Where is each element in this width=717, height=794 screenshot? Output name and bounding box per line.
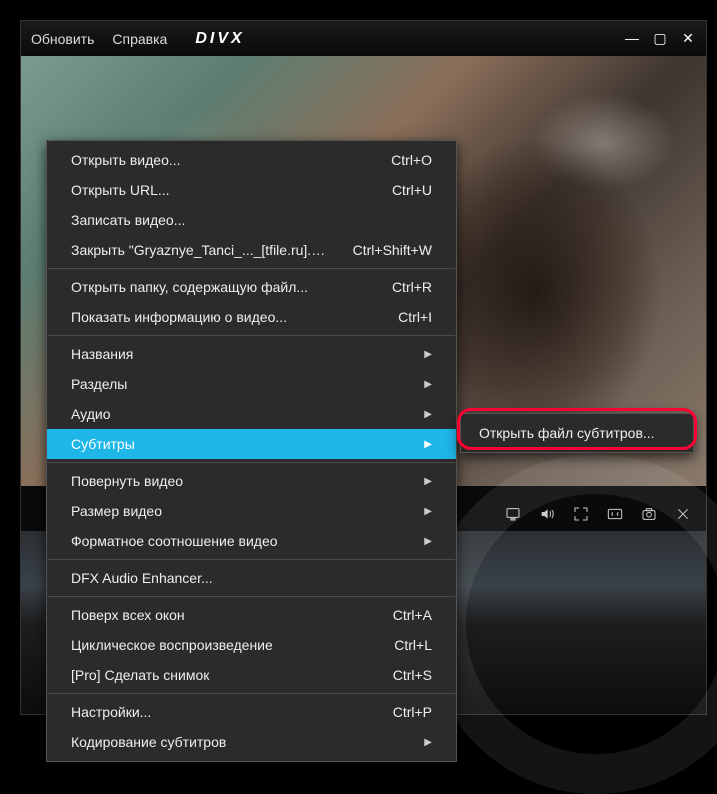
menu-item-shortcut: Ctrl+P (393, 704, 432, 720)
menu-separator (48, 693, 455, 694)
menu-item-label: Открыть папку, содержащую файл... (71, 279, 372, 295)
menu-update[interactable]: Обновить (31, 31, 94, 47)
menu-item-shortcut: Ctrl+Shift+W (353, 242, 432, 258)
menu-subtitles[interactable]: Субтитры ▶ (47, 429, 456, 459)
menu-item-label: Открыть файл субтитров... (479, 425, 675, 441)
menu-subtitle-encoding[interactable]: Кодирование субтитров ▶ (47, 727, 456, 757)
chevron-right-icon: ▶ (404, 506, 432, 517)
menu-open-folder[interactable]: Открыть папку, содержащую файл... Ctrl+R (47, 272, 456, 302)
menu-record-video[interactable]: Записать видео... (47, 205, 456, 235)
menu-item-label: Закрыть "Gryaznye_Tanci_..._[tfile.ru].a… (71, 242, 333, 258)
menu-item-shortcut: Ctrl+I (398, 309, 432, 325)
menu-separator (48, 462, 455, 463)
menu-item-label: Поверх всех окон (71, 607, 373, 623)
menu-item-label: Настройки... (71, 704, 373, 720)
menu-item-label: Записать видео... (71, 212, 432, 228)
minimize-button[interactable]: — (624, 31, 640, 47)
chevron-right-icon: ▶ (404, 737, 432, 748)
menu-separator (48, 268, 455, 269)
menu-item-label: Кодирование субтитров (71, 734, 404, 750)
menu-item-shortcut: Ctrl+S (393, 667, 432, 683)
menu-item-label: Форматное соотношение видео (71, 533, 404, 549)
chevron-right-icon: ▶ (404, 439, 432, 450)
chevron-right-icon: ▶ (404, 476, 432, 487)
menu-item-shortcut: Ctrl+L (394, 637, 432, 653)
subtitles-submenu: Открыть файл субтитров... (460, 413, 694, 453)
menu-close-file[interactable]: Закрыть "Gryaznye_Tanci_..._[tfile.ru].a… (47, 235, 456, 265)
menu-item-shortcut: Ctrl+O (391, 152, 432, 168)
chevron-right-icon: ▶ (404, 349, 432, 360)
menu-item-label: Открыть URL... (71, 182, 372, 198)
menu-item-label: Субтитры (71, 436, 404, 452)
submenu-open-subtitle-file[interactable]: Открыть файл субтитров... (461, 418, 693, 448)
menu-help[interactable]: Справка (112, 31, 167, 47)
menu-separator (48, 335, 455, 336)
menu-item-label: [Pro] Сделать снимок (71, 667, 373, 683)
menu-settings[interactable]: Настройки... Ctrl+P (47, 697, 456, 727)
menu-aspect-ratio[interactable]: Форматное соотношение видео ▶ (47, 526, 456, 556)
chevron-right-icon: ▶ (404, 409, 432, 420)
menu-open-video[interactable]: Открыть видео... Ctrl+O (47, 145, 456, 175)
menu-item-shortcut: Ctrl+R (392, 279, 432, 295)
maximize-button[interactable]: ▢ (652, 31, 668, 47)
menu-item-label: Повернуть видео (71, 473, 404, 489)
chevron-right-icon: ▶ (404, 536, 432, 547)
menu-chapters[interactable]: Разделы ▶ (47, 369, 456, 399)
menu-item-label: Открыть видео... (71, 152, 371, 168)
menu-item-label: Показать информацию о видео... (71, 309, 378, 325)
menu-audio[interactable]: Аудио ▶ (47, 399, 456, 429)
menu-loop[interactable]: Циклическое воспроизведение Ctrl+L (47, 630, 456, 660)
logo: DIVX (195, 30, 244, 48)
menu-item-label: Названия (71, 346, 404, 362)
menu-open-url[interactable]: Открыть URL... Ctrl+U (47, 175, 456, 205)
menu-item-label: Аудио (71, 406, 404, 422)
menu-snapshot[interactable]: [Pro] Сделать снимок Ctrl+S (47, 660, 456, 690)
menu-item-label: Разделы (71, 376, 404, 392)
menu-rotate-video[interactable]: Повернуть видео ▶ (47, 466, 456, 496)
menu-item-label: Циклическое воспроизведение (71, 637, 374, 653)
menu-item-shortcut: Ctrl+U (392, 182, 432, 198)
menu-titles[interactable]: Названия ▶ (47, 339, 456, 369)
menu-separator (48, 559, 455, 560)
menu-item-label: DFX Audio Enhancer... (71, 570, 432, 586)
menu-separator (48, 596, 455, 597)
menu-show-info[interactable]: Показать информацию о видео... Ctrl+I (47, 302, 456, 332)
context-menu: Открыть видео... Ctrl+O Открыть URL... C… (46, 140, 457, 762)
menu-item-shortcut: Ctrl+A (393, 607, 432, 623)
chevron-right-icon: ▶ (404, 379, 432, 390)
menu-video-size[interactable]: Размер видео ▶ (47, 496, 456, 526)
close-button[interactable]: ✕ (680, 31, 696, 47)
menu-always-on-top[interactable]: Поверх всех окон Ctrl+A (47, 600, 456, 630)
menu-item-label: Размер видео (71, 503, 404, 519)
menu-dfx[interactable]: DFX Audio Enhancer... (47, 563, 456, 593)
titlebar: Обновить Справка DIVX — ▢ ✕ (21, 21, 706, 56)
